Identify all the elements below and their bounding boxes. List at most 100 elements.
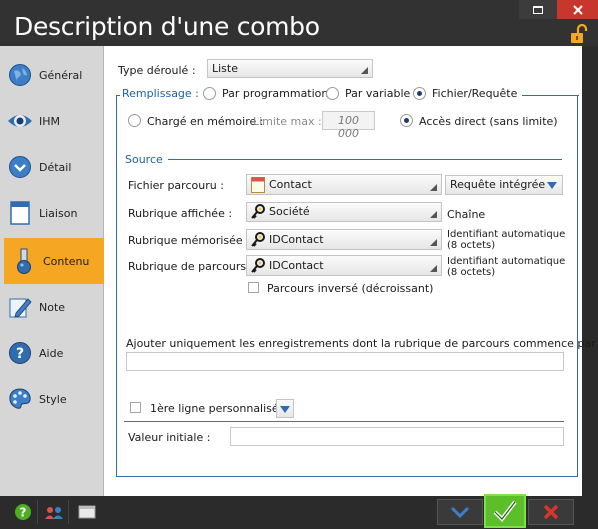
window-title: Description d'une combo	[14, 12, 320, 41]
maximize-icon	[533, 5, 543, 14]
checkmark-icon	[493, 500, 517, 523]
charge-label: Chargé en mémoire :	[147, 115, 264, 128]
radio-charge-memoire[interactable]	[128, 114, 141, 127]
right-edge-strip	[582, 46, 598, 496]
sidebar-item-label: Liaison	[39, 206, 78, 220]
group-border-right	[522, 95, 579, 96]
radio-variable[interactable]	[326, 87, 339, 100]
sidebar-item-label: Général	[39, 68, 83, 82]
dropdown-arrow-icon	[430, 211, 437, 218]
source-label: Source	[125, 153, 163, 166]
sidebar-item-label: Détail	[39, 160, 72, 174]
close-button[interactable]	[557, 0, 598, 19]
close-icon	[572, 4, 583, 15]
fichier-label: Fichier/Requête	[432, 87, 518, 100]
maximize-button[interactable]	[519, 0, 557, 19]
fichier-value: Contact	[269, 178, 312, 191]
cancel-button[interactable]	[528, 499, 574, 525]
fichier-combo[interactable]: Contact	[246, 174, 442, 195]
radio-fichier[interactable]	[413, 87, 426, 100]
sidebar-item-contenu[interactable]: Contenu	[0, 238, 104, 284]
parcours-combo[interactable]: IDContact	[246, 255, 442, 276]
users-button[interactable]	[45, 503, 63, 521]
users-icon	[45, 507, 63, 519]
type-combo[interactable]: Liste	[207, 59, 373, 78]
radio-programmation[interactable]	[203, 87, 216, 100]
file-table-icon	[251, 177, 265, 196]
svg-text:?: ?	[16, 346, 24, 362]
sidebar-item-label: Note	[39, 300, 66, 314]
title-bar: Description d'une combo	[0, 0, 598, 46]
dropdown-arrow-icon	[361, 67, 368, 74]
help-icon: ?	[7, 340, 33, 366]
dropdown-arrow-icon	[430, 184, 437, 191]
palette-icon	[7, 386, 33, 412]
memorisee-type-line1: Identifiant automatique	[447, 229, 566, 240]
parcours-type-line2: (8 octets)	[447, 267, 496, 278]
globe-icon	[7, 62, 33, 88]
bottom-divider	[37, 500, 38, 524]
requete-combo[interactable]: Requête intégrée	[445, 175, 563, 195]
window-icon	[7, 200, 33, 226]
limite-label: Limite max :	[253, 115, 322, 128]
memorisee-label: Rubrique mémorisée :	[128, 234, 250, 247]
flask-icon	[11, 248, 37, 274]
dropdown-triangle-icon	[547, 182, 557, 189]
svg-text:?: ?	[20, 506, 27, 520]
more-options-button[interactable]	[437, 499, 483, 525]
ajouter-label: Ajouter uniquement les enregistrements d…	[126, 337, 598, 350]
fichier-parcouru-label: Fichier parcouru :	[128, 179, 224, 192]
sidebar-item-label: Aide	[39, 346, 64, 360]
parcours-inverse-label: Parcours inversé (décroissant)	[267, 282, 434, 295]
sidebar-item-aide[interactable]: ? Aide	[0, 330, 104, 376]
sidebar-item-label: Style	[39, 392, 67, 406]
sidebar-item-note[interactable]: Note	[0, 284, 104, 330]
eye-icon	[7, 108, 33, 134]
remplissage-label: Remplissage :	[122, 87, 199, 100]
group-border-left	[116, 95, 120, 96]
affichee-label: Rubrique affichée :	[128, 207, 233, 220]
sidebar-item-detail[interactable]: Détail	[0, 144, 104, 190]
sidebar: Général IHM Détail Liaison Contenu Note …	[0, 46, 104, 496]
premiere-ligne-dropdown[interactable]	[276, 399, 294, 418]
sidebar-item-ihm[interactable]: IHM	[0, 98, 104, 144]
sidebar-item-style[interactable]: Style	[0, 376, 104, 422]
bottom-divider	[68, 500, 69, 524]
requete-value: Requête intégrée	[450, 178, 546, 191]
key-icon	[250, 258, 266, 277]
note-pencil-icon	[7, 294, 33, 320]
help-small-icon: ?	[15, 504, 31, 520]
limite-input[interactable]: 100 000	[322, 111, 375, 140]
chevron-down-icon	[450, 506, 470, 518]
preview-button[interactable]	[78, 503, 96, 521]
acces-label: Accès direct (sans limite)	[419, 115, 558, 128]
type-value: Liste	[212, 62, 238, 75]
radio-acces-direct[interactable]	[400, 114, 413, 127]
affichee-type: Chaîne	[447, 208, 486, 221]
parcours-inverse-checkbox[interactable]	[248, 282, 259, 293]
source-divider	[168, 159, 562, 160]
sidebar-item-general[interactable]: Général	[0, 52, 104, 98]
key-icon	[250, 204, 266, 223]
parcours-value: IDContact	[269, 259, 324, 272]
premiere-ligne-label: 1ère ligne personnalisée	[150, 402, 286, 415]
ok-button[interactable]	[484, 494, 526, 528]
cross-icon	[543, 504, 559, 520]
sidebar-item-label: IHM	[39, 114, 61, 128]
help-small-button[interactable]: ?	[14, 503, 32, 521]
memorisee-combo[interactable]: IDContact	[246, 229, 442, 250]
parcours-type-line1: Identifiant automatique	[447, 256, 566, 267]
valeur-initiale-label: Valeur initiale :	[128, 431, 211, 444]
affichee-value: Société	[269, 205, 310, 218]
ajouter-input[interactable]	[126, 352, 564, 371]
unlock-icon[interactable]	[569, 24, 589, 44]
sidebar-item-liaison[interactable]: Liaison	[0, 190, 104, 236]
separator-line	[124, 421, 564, 422]
key-icon	[250, 232, 266, 251]
valeur-initiale-input[interactable]	[230, 427, 564, 446]
affichee-combo[interactable]: Société	[246, 202, 442, 222]
memorisee-type-line2: (8 octets)	[447, 240, 496, 251]
type-label: Type déroulé :	[118, 64, 196, 77]
sidebar-item-label: Contenu	[43, 254, 90, 268]
premiere-ligne-checkbox[interactable]	[130, 402, 141, 413]
